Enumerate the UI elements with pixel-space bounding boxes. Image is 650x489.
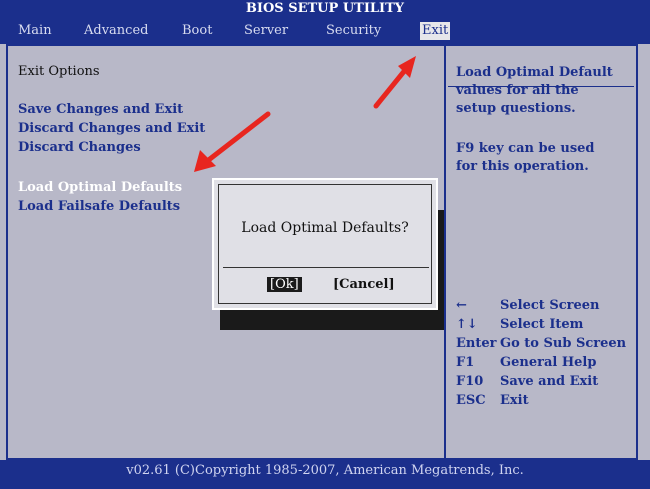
cancel-button[interactable]: [Cancel] bbox=[333, 277, 395, 292]
key-label: ↑↓ bbox=[456, 317, 478, 332]
key-row: ← Select Screen bbox=[456, 296, 626, 315]
dialog-frame: Load Optimal Defaults? [Ok] [Cancel] bbox=[218, 184, 432, 304]
red-arrow-icon bbox=[373, 56, 416, 109]
menu-main[interactable]: Main bbox=[18, 22, 52, 40]
key-desc: Select Screen bbox=[500, 298, 600, 313]
key-row: Enter Go to Sub Screen bbox=[456, 334, 626, 353]
key-label: F10 bbox=[456, 374, 484, 389]
ok-button[interactable]: [Ok] bbox=[267, 277, 302, 292]
footer-copyright: v02.61 (C)Copyright 1985-2007, American … bbox=[0, 460, 650, 489]
option-load-failsafe-defaults[interactable]: Load Failsafe Defaults bbox=[18, 199, 180, 214]
key-desc: Save and Exit bbox=[500, 374, 599, 389]
section-title: Exit Options bbox=[18, 64, 100, 79]
dialog-message: Load Optimal Defaults? bbox=[241, 220, 409, 236]
option-load-optimal-defaults[interactable]: Load Optimal Defaults bbox=[18, 180, 182, 195]
key-desc: Go to Sub Screen bbox=[500, 336, 627, 351]
bios-title: BIOS SETUP UTILITY bbox=[0, 0, 650, 18]
key-row: ↑↓ Select Item bbox=[456, 315, 626, 334]
help-line-4: F9 key can be used bbox=[456, 141, 595, 156]
key-desc: General Help bbox=[500, 355, 597, 370]
help-line-5: for this operation. bbox=[456, 159, 589, 174]
menu-advanced[interactable]: Advanced bbox=[84, 22, 148, 40]
help-line-1: Load Optimal Default bbox=[456, 65, 613, 80]
help-line-3: setup questions. bbox=[456, 101, 576, 116]
panel-divider bbox=[444, 46, 446, 458]
dialog-rule bbox=[223, 267, 429, 268]
key-label: Enter bbox=[456, 336, 497, 351]
red-arrow-icon bbox=[194, 111, 271, 172]
menu-boot[interactable]: Boot bbox=[182, 22, 212, 40]
key-label: F1 bbox=[456, 355, 475, 370]
option-discard-changes-exit[interactable]: Discard Changes and Exit bbox=[18, 121, 205, 136]
menu-server[interactable]: Server bbox=[244, 22, 288, 40]
menu-bar: Main Advanced Boot Server Security Exit bbox=[0, 18, 650, 44]
option-discard-changes[interactable]: Discard Changes bbox=[18, 140, 141, 155]
key-label: ← bbox=[456, 298, 467, 313]
key-desc: Select Item bbox=[500, 317, 584, 332]
key-row: F10 Save and Exit bbox=[456, 372, 626, 391]
option-save-changes-exit[interactable]: Save Changes and Exit bbox=[18, 102, 183, 117]
help-line-2: values for all the bbox=[456, 83, 579, 98]
menu-security[interactable]: Security bbox=[326, 22, 381, 40]
menu-exit[interactable]: Exit bbox=[420, 22, 451, 40]
key-row: F1 General Help bbox=[456, 353, 626, 372]
key-label: ESC bbox=[456, 393, 486, 408]
key-row: ESC Exit bbox=[456, 391, 626, 410]
key-desc: Exit bbox=[500, 393, 529, 408]
bios-screen: BIOS SETUP UTILITY Main Advanced Boot Se… bbox=[0, 0, 650, 489]
confirm-dialog: Load Optimal Defaults? [Ok] [Cancel] bbox=[212, 178, 438, 310]
key-legend: ← Select Screen ↑↓ Select Item Enter Go to … bbox=[456, 296, 626, 410]
